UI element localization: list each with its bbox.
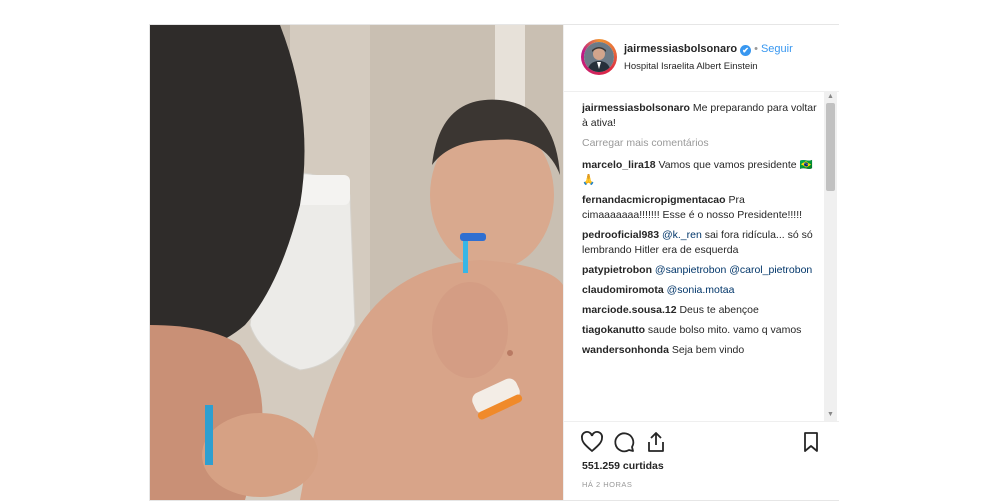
comment-username[interactable]: wandersonhonda bbox=[582, 344, 669, 356]
heart-icon[interactable] bbox=[580, 430, 604, 454]
likes-count[interactable]: 551.259 curtidas bbox=[582, 460, 664, 472]
post-timestamp: HÁ 2 HORAS bbox=[582, 480, 633, 489]
username-link[interactable]: jairmessiasbolsonaro bbox=[624, 43, 737, 55]
comment-username[interactable]: patypietrobon bbox=[582, 264, 652, 276]
comment-text: Deus te abençoe bbox=[679, 304, 759, 316]
comment-username[interactable]: fernandacmicropigmentacao bbox=[582, 194, 726, 206]
share-icon[interactable] bbox=[644, 430, 668, 454]
separator-dot: • bbox=[754, 43, 758, 55]
comment-username[interactable]: tiagokanutto bbox=[582, 324, 645, 336]
avatar-illustration bbox=[584, 42, 614, 72]
comments-list[interactable]: jairmessiasbolsonaro Me preparando para … bbox=[582, 101, 818, 421]
comment-username[interactable]: marcelo_lira18 bbox=[582, 159, 656, 171]
bookmark-icon[interactable] bbox=[799, 430, 823, 454]
post-header: jairmessiasbolsonaro ✔ • Seguir Hospital Is… bbox=[564, 25, 839, 92]
comment-mention[interactable]: @k._ren bbox=[662, 229, 702, 241]
load-more-comments-link[interactable]: Carregar mais comentários bbox=[582, 136, 818, 151]
scroll-down-arrow-icon[interactable]: ▼ bbox=[824, 409, 837, 421]
list-item: marcelo_lira18 Vamos que vamos president… bbox=[582, 158, 818, 188]
comment-icon[interactable] bbox=[612, 430, 636, 454]
list-item: pedrooficial983 @k._ren sai fora ridícul… bbox=[582, 228, 818, 258]
username-row: jairmessiasbolsonaro ✔ • Seguir bbox=[624, 43, 793, 56]
list-item: patypietrobon @sanpietrobon @carol_pietr… bbox=[582, 263, 818, 278]
caption-username[interactable]: jairmessiasbolsonaro bbox=[582, 102, 690, 114]
list-item: fernandacmicropigmentacao Pra cimaaaaaaa… bbox=[582, 193, 818, 223]
comment-text: saude bolso mito. vamo q vamos bbox=[647, 324, 802, 336]
scroll-up-arrow-icon[interactable]: ▲ bbox=[824, 91, 837, 103]
follow-button[interactable]: Seguir bbox=[761, 43, 793, 55]
post-sidebar: jairmessiasbolsonaro ✔ • Seguir Hospital Is… bbox=[563, 25, 839, 500]
list-item: claudomiromota @sonia.motaa bbox=[582, 283, 818, 298]
avatar[interactable] bbox=[581, 39, 617, 75]
comment-mention[interactable]: @carol_pietrobon bbox=[729, 264, 812, 276]
scrollbar-thumb[interactable] bbox=[826, 103, 835, 191]
list-item: wandersonhonda Seja bem vindo bbox=[582, 343, 818, 358]
photo-illustration bbox=[150, 25, 563, 500]
location-link[interactable]: Hospital Israelita Albert Einstein bbox=[624, 61, 758, 72]
comment-username[interactable]: claudomiromota bbox=[582, 284, 664, 296]
comment-text: Seja bem vindo bbox=[671, 344, 745, 356]
list-item: marciode.sousa.12 Deus te abençoe bbox=[582, 303, 818, 318]
caption: jairmessiasbolsonaro Me preparando para … bbox=[582, 101, 818, 131]
comment-username[interactable]: marciode.sousa.12 bbox=[582, 304, 677, 316]
list-item: tiagokanutto saude bolso mito. vamo q va… bbox=[582, 323, 818, 338]
comment-mention[interactable]: @sonia.motaa bbox=[667, 284, 735, 296]
avatar-image bbox=[584, 42, 614, 72]
comment-username[interactable]: pedrooficial983 bbox=[582, 229, 659, 241]
verified-badge-icon: ✔ bbox=[740, 45, 752, 56]
post-photo[interactable] bbox=[150, 25, 563, 500]
comments-scrollbar[interactable]: ▲ ▼ bbox=[824, 91, 837, 421]
post-actions: 551.259 curtidas HÁ 2 HORAS bbox=[564, 421, 839, 501]
instagram-post: jairmessiasbolsonaro ✔ • Seguir Hospital Is… bbox=[150, 25, 839, 500]
comment-mention[interactable]: @sanpietrobon bbox=[655, 264, 726, 276]
